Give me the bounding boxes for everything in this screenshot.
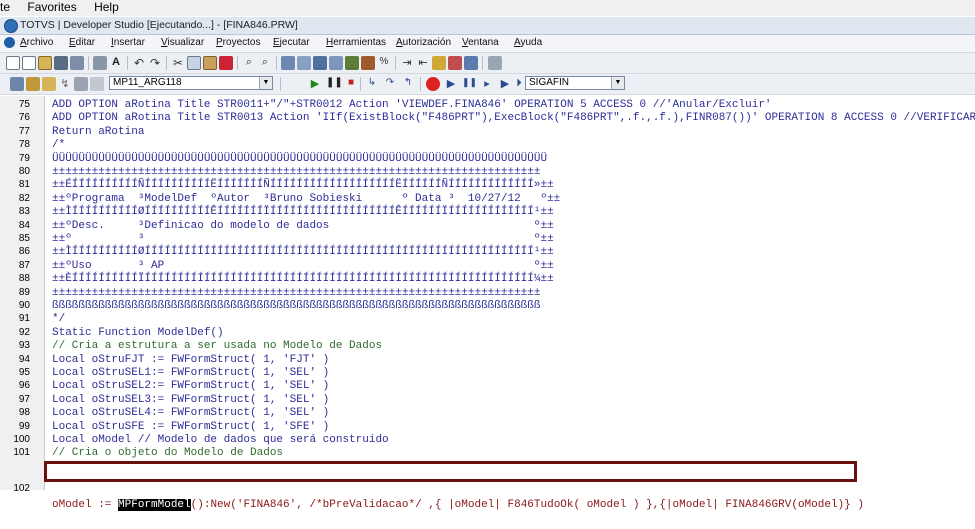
copy-icon[interactable] [187, 56, 201, 70]
code-line[interactable]: 101 // Cria o objeto do Modelo de Dados [0, 445, 975, 461]
project-icon[interactable] [329, 56, 343, 70]
company-select[interactable]: SIGAFIN ▼ [525, 76, 625, 90]
step-out-icon[interactable]: ↰ [401, 77, 415, 91]
toolbar-separator [482, 56, 483, 70]
cut-icon[interactable]: ✂ [171, 56, 185, 70]
rpo-icon[interactable] [90, 77, 104, 91]
print-icon[interactable] [93, 56, 107, 70]
workspace-icon[interactable] [10, 77, 24, 91]
step-into-icon[interactable]: ↳ [365, 77, 379, 91]
standard-toolbar: A ↶ ↷ ✂ ⌕ ⌕ % ⇥ ⇤ [0, 53, 975, 74]
paste-icon[interactable] [203, 56, 217, 70]
menu-editar[interactable]: Editar [69, 37, 95, 49]
delete-icon[interactable] [219, 56, 233, 70]
line-number: 102 [13, 483, 30, 494]
toolbar-separator [420, 77, 421, 91]
menu-bar: Archivo Editar Insertar Visualizar Proye… [0, 35, 975, 53]
menu-ayuda[interactable]: Ayuda [514, 37, 542, 49]
outdent-icon[interactable]: ⇤ [416, 56, 430, 70]
save-all-icon[interactable] [70, 56, 84, 70]
find-next-icon[interactable]: ⌕ [258, 56, 272, 70]
code-editor[interactable]: 75 ADD OPTION aRotina Title STR0011+"/"+S… [0, 96, 975, 511]
code-suffix: ():New('FINA846', /*bPreValidacao*/ ,{ |… [190, 499, 864, 511]
menu-insertar[interactable]: Insertar [111, 37, 145, 49]
redo-icon[interactable]: ↷ [148, 56, 162, 70]
patch-icon[interactable] [345, 56, 359, 70]
debug-pause-icon[interactable]: ❚❚ [462, 77, 477, 91]
menu-proyectos[interactable]: Proyectos [216, 37, 260, 49]
wizard-icon[interactable] [432, 56, 446, 70]
stats-icon[interactable]: % [377, 56, 391, 70]
app-icon [4, 19, 18, 33]
toolbar-separator [88, 56, 89, 70]
grid-icon[interactable] [464, 56, 478, 70]
repository-icon[interactable] [361, 56, 375, 70]
save-icon[interactable] [54, 56, 68, 70]
environment-select[interactable]: MP11_ARG118 ▼ [109, 76, 273, 90]
menu-ejecutar[interactable]: Ejecutar [273, 37, 310, 49]
breakpoint-icon[interactable] [426, 77, 440, 91]
menu-ventana[interactable]: Ventana [462, 37, 499, 49]
top-menu-item[interactable]: te [0, 0, 10, 14]
menu-herramientas[interactable]: Herramientas [326, 37, 386, 49]
debug-continue-icon[interactable]: ⏵ [512, 77, 526, 91]
indent-icon[interactable]: ⇥ [400, 56, 414, 70]
font-icon[interactable]: A [109, 56, 123, 70]
toolbar-separator [395, 56, 396, 70]
code-text: oModel := MPFormModel():New('FINA846', /… [52, 497, 864, 513]
environment-icon[interactable] [26, 77, 40, 91]
debug-run-icon[interactable]: ▶ [444, 77, 458, 91]
environment-select-value: MP11_ARG118 [113, 77, 182, 88]
compile-all-icon[interactable] [297, 56, 311, 70]
toolbar-separator [166, 56, 167, 70]
new-project-icon[interactable] [22, 56, 36, 70]
config-icon[interactable] [488, 56, 502, 70]
debug-toolbar: ↯ MP11_ARG118 ▼ ▶ ❚❚ ■ ↳ ↷ ↰ ▶ ❚❚ ▸ ▶ ⏵ … [0, 74, 975, 95]
toolbar-separator [276, 56, 277, 70]
chevron-down-icon[interactable]: ▼ [611, 77, 624, 89]
app-logo-icon [4, 37, 15, 48]
new-file-icon[interactable] [6, 56, 20, 70]
stop-icon[interactable]: ■ [344, 77, 358, 91]
toolbar-separator [237, 56, 238, 70]
pause-icon[interactable]: ❚❚ [326, 77, 343, 91]
line-number: 101 [13, 447, 30, 459]
toolbar-separator [280, 77, 281, 91]
server-icon[interactable] [42, 77, 56, 91]
top-menu-bar: te Favorites Help [0, 0, 975, 16]
code-text: // Cria o objeto do Modelo de Dados [52, 447, 284, 460]
debug-step-icon[interactable]: ▸ [480, 77, 494, 91]
window-title-bar: TOTVS | Developer Studio [Ejecutando...]… [0, 17, 975, 35]
highlight-box [44, 461, 857, 482]
chevron-down-icon[interactable]: ▼ [259, 77, 272, 89]
window-title: TOTVS | Developer Studio [Ejecutando...]… [20, 19, 298, 31]
debug-next-icon[interactable]: ▶ [498, 77, 512, 91]
connect-icon[interactable]: ↯ [58, 77, 72, 91]
run-icon[interactable]: ▶ [308, 77, 322, 91]
code-prefix: oModel := [52, 499, 119, 511]
top-menu-item-favorites[interactable]: Favorites [27, 0, 76, 14]
bookmark-icon[interactable] [448, 56, 462, 70]
undo-icon[interactable]: ↶ [132, 56, 146, 70]
company-select-value: SIGAFIN [529, 77, 570, 88]
toolbar-separator [360, 77, 361, 91]
menu-visualizar[interactable]: Visualizar [161, 37, 204, 49]
compile-icon[interactable] [281, 56, 295, 70]
open-folder-icon[interactable] [38, 56, 52, 70]
top-menu-item-help[interactable]: Help [94, 0, 119, 14]
selected-text: MPFormModel [118, 499, 191, 511]
menu-autorizacion[interactable]: Autorización [396, 37, 451, 49]
toolbar-separator [127, 56, 128, 70]
step-over-icon[interactable]: ↷ [383, 77, 397, 91]
menu-archivo[interactable]: Archivo [20, 37, 53, 49]
find-icon[interactable]: ⌕ [242, 56, 256, 70]
build-icon[interactable] [313, 56, 327, 70]
disconnect-icon[interactable] [74, 77, 88, 91]
